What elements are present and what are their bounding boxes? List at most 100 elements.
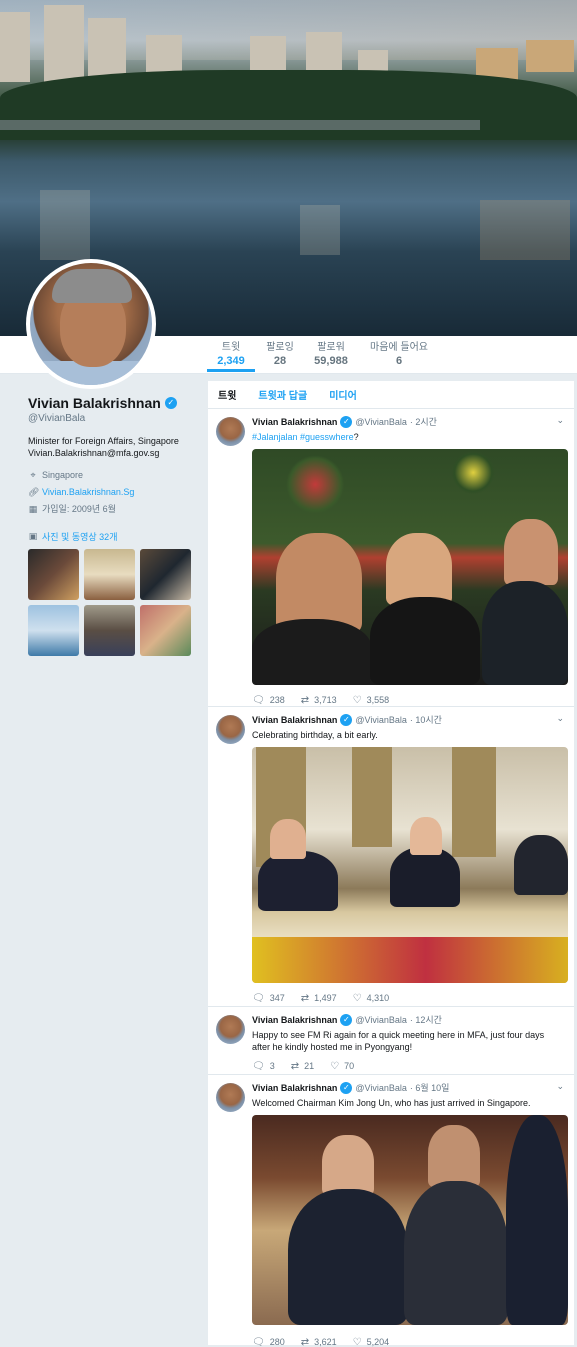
tweet-author-handle[interactable]: @VivianBala: [355, 715, 407, 725]
media-link-label: 사진 및 동영상 32개: [42, 532, 118, 542]
media-thumbnail[interactable]: [140, 549, 191, 600]
verified-badge-icon: ✓: [340, 713, 353, 726]
banner-reflection: [40, 190, 90, 260]
tweet-timestamp[interactable]: · 12시간: [410, 1013, 442, 1026]
reply-icon: 🗨︎: [252, 1060, 265, 1072]
tab-media[interactable]: 미디어: [329, 387, 357, 402]
retweet-icon: ⇄: [290, 1060, 300, 1072]
tweet[interactable]: Vivian Balakrishnan ✓ @VivianBala · 2시간 …: [208, 409, 574, 707]
nav-followers-label: 팔로워: [317, 342, 345, 353]
tweet-timestamp[interactable]: · 10시간: [410, 713, 442, 726]
photo-person: [404, 1181, 508, 1325]
profile-bio-email: Vivian.Balakrishnan@mfa.gov.sg: [28, 448, 160, 458]
chevron-down-icon[interactable]: ⌄: [556, 415, 564, 426]
link-icon: 🔗︎: [28, 487, 40, 497]
nav-likes-label: 마음에 들어요: [370, 342, 428, 353]
photo-person: [504, 519, 558, 585]
retweet-button[interactable]: ⇄ 1,497: [301, 993, 337, 1004]
profile-location: Singapore: [42, 470, 84, 480]
like-button[interactable]: ♡ 3,558: [353, 695, 390, 706]
retweet-button[interactable]: ⇄ 3,713: [301, 695, 337, 706]
tweet-header: Vivian Balakrishnan ✓ @VivianBala · 10시간: [252, 713, 564, 726]
nav-likes[interactable]: 마음에 들어요 6: [364, 342, 434, 368]
photo-person: [390, 847, 460, 907]
reply-button[interactable]: 🗨︎ 347: [252, 993, 285, 1004]
reply-button[interactable]: 🗨︎ 280: [252, 1337, 285, 1347]
photo-person: [270, 819, 306, 859]
calendar-icon: ▦: [28, 504, 38, 514]
photo-person: [252, 619, 372, 685]
retweet-count: 21: [304, 1061, 315, 1071]
retweet-button[interactable]: ⇄ 3,621: [301, 1337, 337, 1347]
tweet-author-name[interactable]: Vivian Balakrishnan: [252, 1083, 337, 1093]
tweet[interactable]: Vivian Balakrishnan ✓ @VivianBala · 12시간…: [208, 1007, 574, 1075]
tweet[interactable]: Vivian Balakrishnan ✓ @VivianBala · 6월 1…: [208, 1075, 574, 1347]
media-thumbnail[interactable]: [28, 605, 79, 656]
heart-icon: ♡: [352, 992, 362, 1004]
media-thumbnail-grid: [28, 549, 198, 656]
media-thumbnail[interactable]: [28, 549, 79, 600]
profile-joined-row: ▦ 가입일: 2009년 6월: [28, 501, 198, 518]
tab-tweets[interactable]: 트윗: [218, 387, 236, 402]
tweet-hashtags[interactable]: #Jalanjalan #guesswhere: [252, 432, 354, 442]
like-button[interactable]: ♡ 5,204: [353, 1337, 390, 1347]
banner-building: [526, 40, 574, 72]
tweet-avatar[interactable]: [216, 417, 245, 446]
tweet-author-name[interactable]: Vivian Balakrishnan: [252, 715, 337, 725]
photo-person: [386, 533, 452, 605]
tweet-avatar[interactable]: [216, 1083, 245, 1112]
tweet-author-handle[interactable]: @VivianBala: [355, 1015, 407, 1025]
profile-name-row: Vivian Balakrishnan ✓: [28, 395, 198, 411]
tweet-avatar[interactable]: [216, 715, 245, 744]
tweet-photo[interactable]: [252, 449, 568, 685]
tweet[interactable]: Vivian Balakrishnan ✓ @VivianBala · 10시간…: [208, 707, 574, 1007]
tweet-avatar[interactable]: [216, 1015, 245, 1044]
tab-tweets-and-replies[interactable]: 트윗과 답글: [258, 387, 307, 402]
retweet-button[interactable]: ⇄ 21: [291, 1061, 314, 1072]
heart-icon: ♡: [352, 694, 362, 706]
profile-meta: ⌖ Singapore 🔗︎ Vivian.Balakrishnan.Sg ▦ …: [28, 467, 198, 518]
nav-following-label: 팔로잉: [266, 342, 294, 353]
like-button[interactable]: ♡ 4,310: [353, 993, 390, 1004]
nav-tweets-value: 2,349: [217, 355, 245, 367]
profile-name[interactable]: Vivian Balakrishnan: [28, 395, 161, 411]
media-thumbnail[interactable]: [140, 605, 191, 656]
tweet-text: Celebrating birthday, a bit early.: [252, 730, 378, 740]
media-thumbnail[interactable]: [84, 605, 135, 656]
photo-curtain: [352, 747, 392, 847]
media-thumbnail[interactable]: [84, 549, 135, 600]
verified-badge-icon: ✓: [340, 1081, 353, 1094]
retweet-count: 1,497: [314, 993, 337, 1003]
nav-followers-value: 59,988: [314, 355, 348, 367]
avatar-hair: [52, 269, 132, 303]
photo-person: [410, 817, 442, 855]
banner-bridge: [0, 120, 480, 130]
reply-count: 347: [269, 993, 285, 1003]
tweet-author-handle[interactable]: @VivianBala: [355, 1083, 407, 1093]
tweet-author-name[interactable]: Vivian Balakrishnan: [252, 1015, 337, 1025]
photo-person: [276, 533, 362, 633]
tweet-author-handle[interactable]: @VivianBala: [355, 417, 407, 427]
tweet-timestamp[interactable]: · 2시간: [410, 415, 437, 428]
profile-website-link[interactable]: Vivian.Balakrishnan.Sg: [42, 484, 134, 501]
photo-person: [370, 597, 480, 685]
nav-following[interactable]: 팔로잉 28: [260, 342, 300, 368]
reply-icon: 🗨︎: [252, 694, 265, 706]
tweet-text: Happy to see FM Ri again for a quick mee…: [252, 1030, 545, 1052]
nav-tweets[interactable]: 트윗 2,349: [207, 342, 255, 372]
nav-followers[interactable]: 팔로워 59,988: [310, 342, 352, 368]
tweet-photo[interactable]: [252, 747, 568, 983]
like-button[interactable]: ♡ 70: [330, 1061, 354, 1072]
tweet-timestamp[interactable]: · 6월 10일: [410, 1081, 450, 1094]
profile-avatar[interactable]: [26, 259, 156, 389]
media-link[interactable]: ▣ 사진 및 동영상 32개: [28, 530, 198, 543]
reply-button[interactable]: 🗨︎ 3: [252, 1061, 275, 1072]
tweet-author-name[interactable]: Vivian Balakrishnan: [252, 417, 337, 427]
tweet-photo[interactable]: [252, 1115, 568, 1325]
profile-bio: Minister for Foreign Affairs, Singapore …: [28, 435, 198, 459]
reply-button[interactable]: 🗨︎ 238: [252, 695, 285, 706]
chevron-down-icon[interactable]: ⌄: [556, 713, 564, 724]
profile-handle[interactable]: @VivianBala: [28, 413, 198, 424]
photo-person: [482, 581, 568, 685]
chevron-down-icon[interactable]: ⌄: [556, 1081, 564, 1092]
